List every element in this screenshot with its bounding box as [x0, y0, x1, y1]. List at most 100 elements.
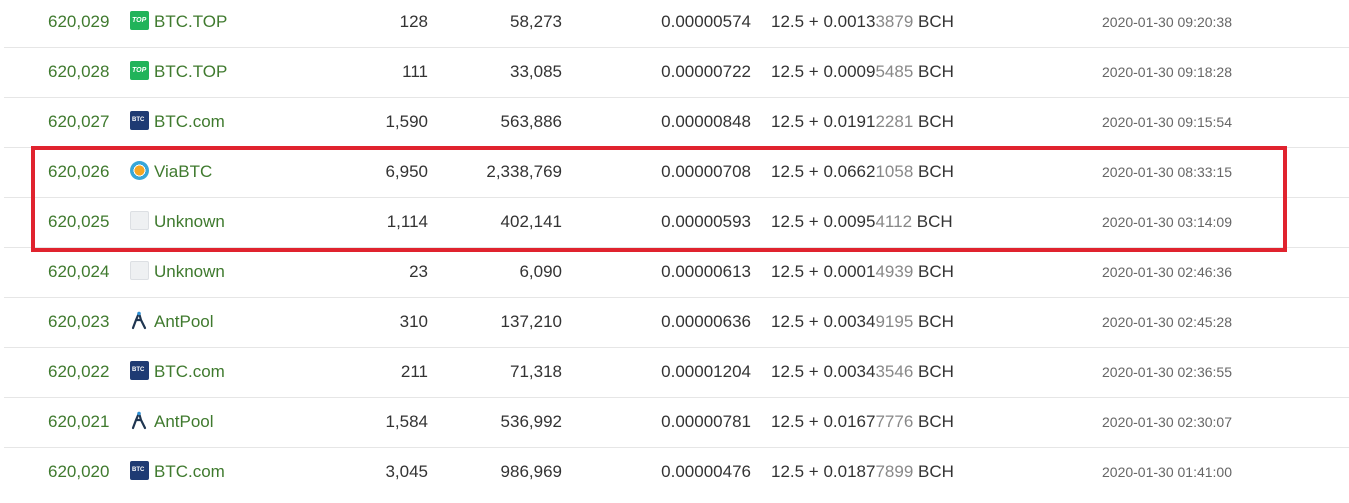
tx-count: 23	[409, 262, 428, 281]
block-time: 2020-01-30 02:36:55	[1102, 364, 1232, 380]
reward-dim: 4112	[875, 212, 913, 231]
reward-dim: 9195	[875, 312, 914, 331]
pool-name-link[interactable]: AntPool	[154, 412, 214, 431]
block-height-link[interactable]: 620,020	[48, 447, 109, 497]
block-time: 2020-01-30 09:20:38	[1102, 14, 1232, 30]
reward: 12.5 + 0.00014939 BCH	[771, 247, 954, 297]
block-height-link[interactable]: 620,022	[48, 347, 109, 397]
reward-main: 12.5 + 0.0191	[771, 112, 876, 131]
reward-main: 12.5 + 0.0167	[771, 412, 876, 431]
pool-name-link[interactable]: BTC.com	[154, 112, 225, 131]
pool-cell: BTC.TOP	[130, 0, 227, 47]
viabtc-icon	[130, 161, 149, 180]
reward: 12.5 + 0.00349195 BCH	[771, 297, 954, 347]
reward-unit: BCH	[913, 262, 954, 281]
reward-main: 12.5 + 0.0187	[771, 462, 876, 481]
reward-main: 12.5 + 0.0013	[771, 12, 876, 31]
avg-fee: 0.00000636	[661, 312, 751, 331]
pool-name-link[interactable]: Unknown	[154, 262, 225, 281]
pool-cell: Unknown	[130, 247, 225, 297]
tx-count: 3,045	[385, 462, 428, 481]
pool-name-link[interactable]: Unknown	[154, 212, 225, 231]
block-time: 2020-01-30 03:14:09	[1102, 214, 1232, 230]
reward-main: 12.5 + 0.0095	[771, 212, 876, 231]
table-row: 620,027 BTC.com 1,590 563,886 0.00000848…	[4, 97, 1349, 148]
pool-name-link[interactable]: BTC.TOP	[154, 62, 227, 81]
block-height-link[interactable]: 620,025	[48, 197, 109, 247]
blocks-table: 620,029 BTC.TOP 128 58,273 0.00000574 12…	[0, 0, 1349, 503]
pool-name-link[interactable]: BTC.com	[154, 362, 225, 381]
block-height-link[interactable]: 620,026	[48, 147, 109, 197]
reward-main: 12.5 + 0.0009	[771, 62, 876, 81]
pool-cell: BTC.TOP	[130, 47, 227, 97]
block-size: 986,969	[500, 462, 562, 481]
block-size: 58,273	[510, 12, 562, 31]
pool-name-link[interactable]: BTC.TOP	[154, 12, 227, 31]
block-time: 2020-01-30 09:15:54	[1102, 114, 1232, 130]
block-time: 2020-01-30 09:18:28	[1102, 64, 1232, 80]
pool-cell: BTC.com	[130, 97, 225, 147]
unknown-pool-icon	[130, 211, 149, 230]
block-time: 2020-01-30 02:46:36	[1102, 264, 1232, 280]
reward-dim: 5485	[875, 62, 914, 81]
pool-cell: BTC.com	[130, 347, 225, 397]
pool-cell: Unknown	[130, 197, 225, 247]
pool-cell: ViaBTC	[130, 147, 212, 197]
reward-dim: 7899	[875, 462, 914, 481]
table-row: 620,024 Unknown 23 6,090 0.00000613 12.5…	[4, 247, 1349, 298]
pool-cell: AntPool	[130, 397, 214, 447]
block-height-link[interactable]: 620,024	[48, 247, 109, 297]
reward: 12.5 + 0.00133879 BCH	[771, 0, 954, 47]
tx-count: 1,590	[385, 112, 428, 131]
pool-name-link[interactable]: AntPool	[154, 312, 214, 331]
reward-unit: BCH	[913, 112, 954, 131]
btctop-icon	[130, 11, 149, 30]
reward-unit: BCH	[912, 212, 953, 231]
antpool-icon	[130, 300, 149, 330]
reward: 12.5 + 0.00954112 BCH	[771, 197, 953, 247]
avg-fee: 0.00001204	[661, 362, 751, 381]
reward: 12.5 + 0.00343546 BCH	[771, 347, 954, 397]
reward-main: 12.5 + 0.0662	[771, 162, 876, 181]
pool-cell: AntPool	[130, 297, 214, 347]
table-row: 620,026 ViaBTC 6,950 2,338,769 0.0000070…	[4, 147, 1349, 198]
reward-main: 12.5 + 0.0001	[771, 262, 876, 281]
avg-fee: 0.00000593	[661, 212, 751, 231]
block-size: 33,085	[510, 62, 562, 81]
tx-count: 211	[400, 362, 428, 381]
block-time: 2020-01-30 01:41:00	[1102, 464, 1232, 480]
btccom-icon	[130, 361, 149, 380]
reward-unit: BCH	[913, 362, 954, 381]
block-height-link[interactable]: 620,029	[48, 0, 109, 47]
table-row: 620,028 BTC.TOP 111 33,085 0.00000722 12…	[4, 47, 1349, 98]
avg-fee: 0.00000574	[661, 12, 751, 31]
block-size: 137,210	[500, 312, 562, 331]
block-height-link[interactable]: 620,028	[48, 47, 109, 97]
reward-dim: 2281	[875, 112, 914, 131]
reward-main: 12.5 + 0.0034	[771, 312, 876, 331]
block-size: 402,141	[500, 212, 562, 231]
pool-cell: BTC.com	[130, 447, 225, 497]
block-height-link[interactable]: 620,027	[48, 97, 109, 147]
reward: 12.5 + 0.01677776 BCH	[771, 397, 954, 447]
avg-fee: 0.00000613	[661, 262, 751, 281]
table-row: 620,022 BTC.com 211 71,318 0.00001204 12…	[4, 347, 1349, 398]
pool-name-link[interactable]: ViaBTC	[154, 162, 212, 181]
reward: 12.5 + 0.01877899 BCH	[771, 447, 954, 497]
reward-unit: BCH	[913, 62, 954, 81]
reward-unit: BCH	[913, 312, 954, 331]
tx-count: 111	[402, 62, 428, 81]
unknown-pool-icon	[130, 261, 149, 280]
btccom-icon	[130, 461, 149, 480]
pool-name-link[interactable]: BTC.com	[154, 462, 225, 481]
tx-count: 1,114	[386, 212, 428, 231]
block-height-link[interactable]: 620,023	[48, 297, 109, 347]
table-row: 620,023 AntPool 310 137,210 0.00000636 1…	[4, 297, 1349, 348]
avg-fee: 0.00000722	[661, 62, 751, 81]
avg-fee: 0.00000708	[661, 162, 751, 181]
reward-dim: 4939	[875, 262, 914, 281]
table-row: 620,021 AntPool 1,584 536,992 0.00000781…	[4, 397, 1349, 448]
block-time: 2020-01-30 08:33:15	[1102, 164, 1232, 180]
reward-dim: 7776	[875, 412, 914, 431]
block-height-link[interactable]: 620,021	[48, 397, 109, 447]
